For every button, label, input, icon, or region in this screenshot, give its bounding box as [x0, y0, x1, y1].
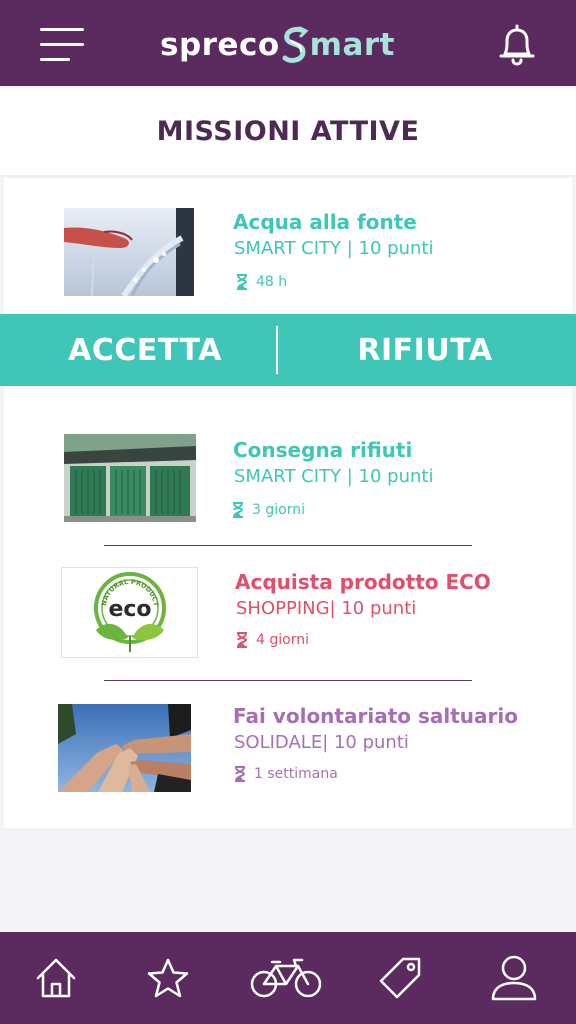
eco-word: eco — [108, 597, 151, 622]
bottom-nav-bar — [0, 932, 576, 1024]
hourglass-icon — [237, 274, 248, 290]
mission-item-consegna-rifiuti[interactable]: Consegna rifiuti SMART CITY | 10 punti 3… — [0, 426, 576, 536]
action-divider — [276, 326, 278, 374]
mission-category: SMART CITY | 10 punti — [234, 238, 434, 259]
star-icon[interactable] — [128, 932, 208, 1024]
mission-duration-text: 3 giorni — [252, 502, 305, 518]
menu-icon[interactable] — [40, 28, 84, 62]
mission-duration-text: 1 settimana — [254, 766, 338, 782]
mission-category: SMART CITY | 10 punti — [234, 466, 434, 487]
logo-text-mart: mart — [309, 27, 395, 63]
hourglass-icon — [237, 632, 248, 648]
mission-duration: 48 h — [236, 274, 287, 290]
list-divider — [104, 680, 472, 681]
bicycle-icon[interactable] — [246, 932, 326, 1024]
mission-duration-text: 48 h — [256, 274, 288, 290]
mission-name: Acqua alla fonte — [233, 210, 417, 234]
page-title: MISSIONI ATTIVE — [0, 88, 576, 178]
mission-duration-text: 4 giorni — [256, 632, 309, 648]
reject-button[interactable]: RIFIUTA — [280, 314, 570, 386]
tag-icon[interactable] — [360, 932, 440, 1024]
eco-label-logo: NATURAL PRODUCT 100% eco — [61, 567, 198, 658]
water-fountain-photo — [64, 208, 194, 296]
mission-category: SOLIDALE| 10 punti — [234, 732, 409, 753]
hourglass-icon — [235, 766, 246, 782]
mission-action-bar: ACCETTA RIFIUTA — [0, 314, 576, 386]
mission-item-acqua-alla-fonte[interactable]: Acqua alla fonte SMART CITY | 10 punti 4… — [0, 200, 576, 308]
mission-category: SHOPPING| 10 punti — [236, 598, 417, 619]
waste-bins-photo — [64, 434, 196, 522]
user-icon[interactable] — [474, 932, 554, 1024]
mission-duration: 1 settimana — [234, 766, 338, 782]
mission-item-acquista-prodotto-eco[interactable]: NATURAL PRODUCT 100% eco Acquista prodot… — [0, 560, 576, 670]
hourglass-icon — [233, 502, 244, 518]
mission-duration: 4 giorni — [236, 632, 309, 648]
top-app-bar: spreco mart — [0, 0, 576, 86]
bell-icon[interactable] — [496, 22, 538, 68]
logo-s-swirl-icon — [282, 26, 309, 63]
mission-name: Fai volontariato saltuario — [233, 704, 518, 728]
list-divider — [104, 545, 472, 546]
mission-duration: 3 giorni — [232, 502, 305, 518]
mission-name: Acquista prodotto ECO — [235, 570, 491, 594]
app-logo: spreco mart — [160, 22, 416, 68]
home-icon[interactable] — [16, 932, 96, 1024]
mission-name: Consegna rifiuti — [233, 438, 413, 462]
hands-together-photo — [58, 704, 191, 792]
accept-button[interactable]: ACCETTA — [0, 314, 290, 386]
mission-item-fai-volontariato-saltuario[interactable]: Fai volontariato saltuario SOLIDALE| 10 … — [0, 696, 576, 806]
logo-text-spreco: spreco — [160, 27, 280, 63]
